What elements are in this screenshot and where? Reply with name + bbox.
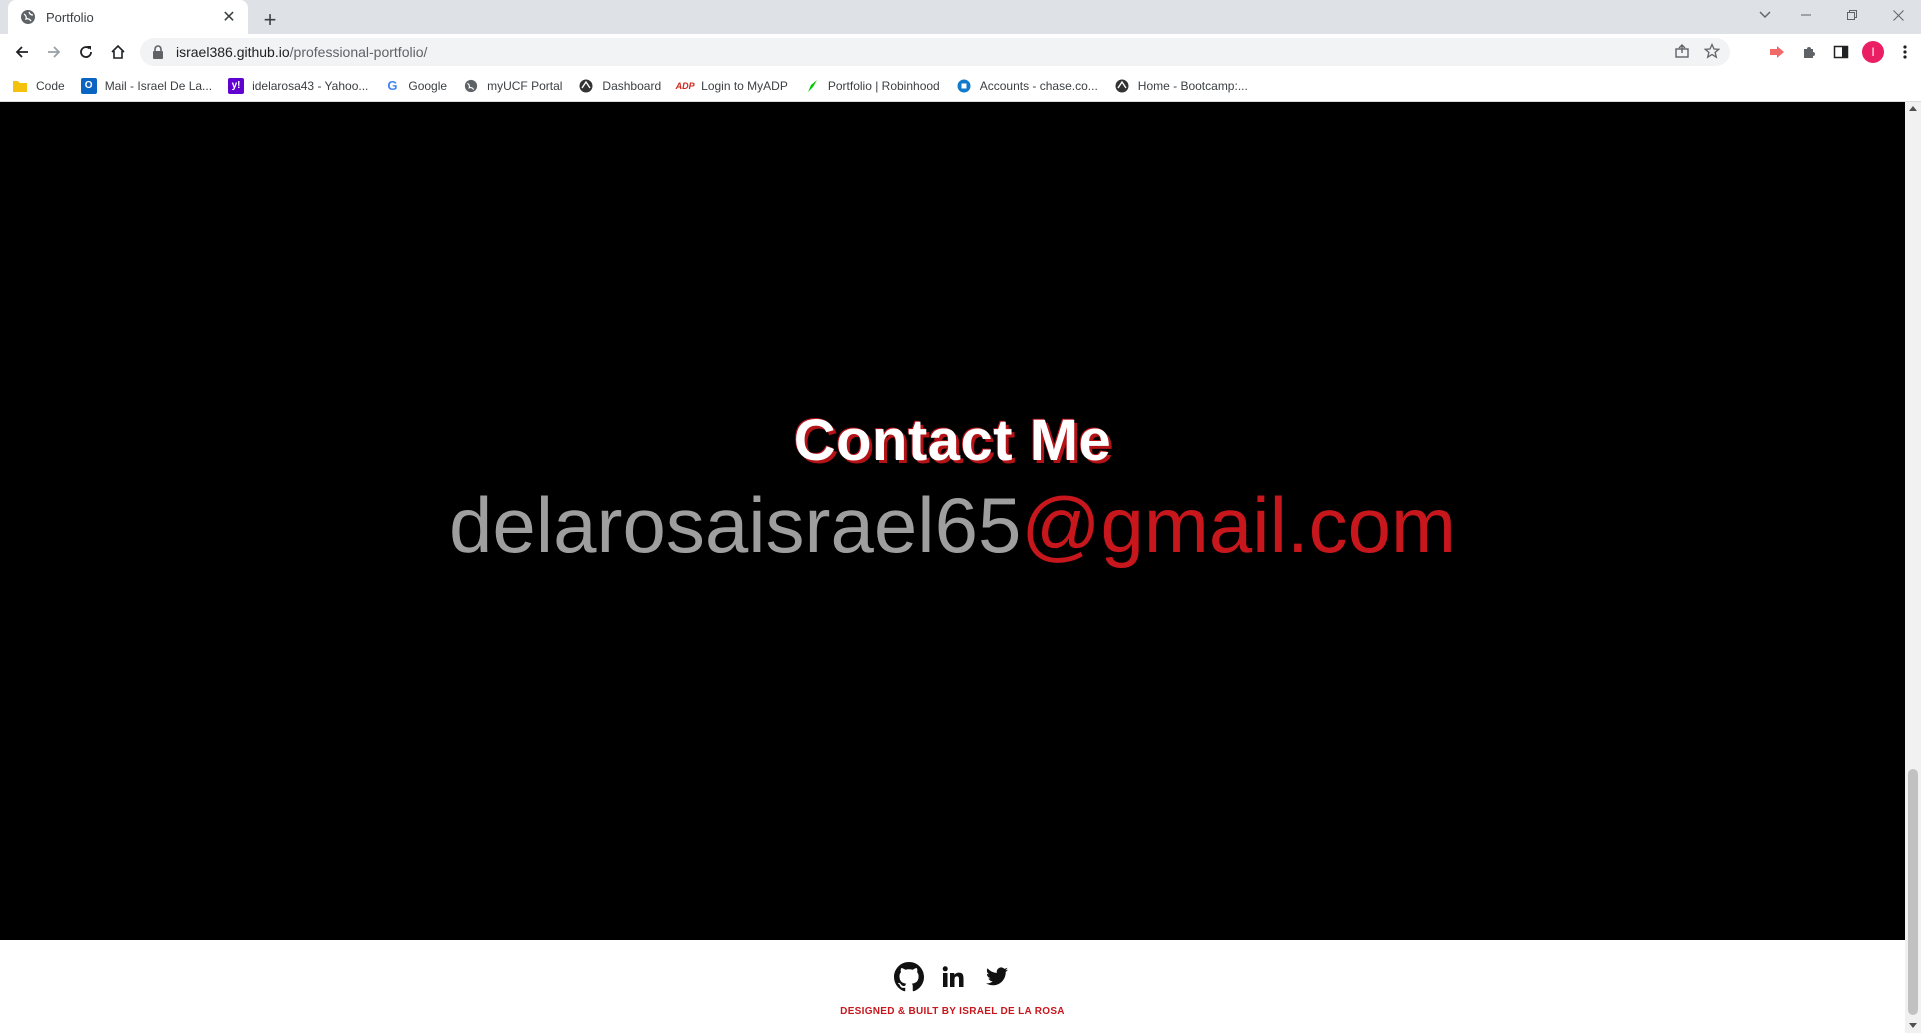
close-icon[interactable] [1875, 0, 1921, 30]
bookmark-google[interactable]: G Google [384, 78, 447, 94]
folder-icon [12, 78, 28, 94]
bookmark-star-icon[interactable] [1703, 42, 1721, 62]
contact-email-link[interactable]: delarosaisrael65@gmail.com [0, 480, 1905, 571]
bootcamp-icon [1114, 78, 1130, 94]
tab-close-icon[interactable]: ✕ [220, 8, 238, 26]
twitter-icon[interactable] [982, 962, 1012, 992]
bookmarks-bar: Code O Mail - Israel De La... y! idelaro… [0, 70, 1921, 102]
bookmark-label: Portfolio | Robinhood [827, 78, 940, 93]
restore-icon[interactable] [1829, 0, 1875, 30]
bookmark-bootcamp[interactable]: Home - Bootcamp:... [1114, 78, 1248, 94]
home-icon[interactable] [104, 38, 132, 66]
google-icon: G [387, 78, 398, 93]
chase-icon [956, 78, 972, 94]
chevron-down-icon[interactable] [1747, 0, 1783, 30]
browser-tab[interactable]: Portfolio ✕ [8, 0, 248, 34]
bookmark-label: idelarosa43 - Yahoo... [252, 78, 369, 93]
bookmark-myadp[interactable]: ADP Login to MyADP [675, 78, 788, 94]
bootcamp-icon [578, 78, 594, 94]
bookmark-label: Dashboard [602, 78, 662, 93]
bookmark-myucf[interactable]: myUCF Portal [463, 78, 562, 94]
bookmark-label: Login to MyADP [701, 78, 788, 93]
bookmark-label: Mail - Israel De La... [104, 78, 213, 93]
url-path: /professional-portfolio/ [289, 44, 428, 60]
globe-icon [20, 9, 36, 25]
adp-icon: ADP [675, 80, 695, 91]
scrollbar-thumb[interactable] [1908, 769, 1918, 1015]
page-scrollbar[interactable] [1905, 102, 1921, 1033]
address-bar[interactable]: israel386.github.io/professional-portfol… [140, 38, 1730, 66]
window-controls [1747, 0, 1921, 30]
email-domain: @gmail.com [1021, 481, 1456, 569]
minimize-icon[interactable] [1783, 0, 1829, 30]
browser-toolbar: israel386.github.io/professional-portfol… [0, 34, 1921, 70]
yahoo-icon: y! [228, 77, 245, 94]
tab-title: Portfolio [46, 9, 94, 25]
bookmark-mail[interactable]: O Mail - Israel De La... [80, 77, 213, 94]
scroll-down-arrow-icon[interactable] [1909, 1023, 1917, 1028]
email-user: delarosaisrael65 [449, 481, 1022, 569]
url-host: israel386.github.io [176, 44, 290, 60]
back-arrow-icon[interactable] [8, 38, 36, 66]
robinhood-icon [804, 78, 820, 94]
github-icon[interactable] [893, 962, 924, 992]
lock-icon[interactable] [152, 45, 166, 59]
linkedin-icon[interactable] [938, 962, 968, 992]
outlook-icon: O [80, 77, 97, 94]
bookmark-label: Accounts - chase.co... [979, 78, 1098, 93]
footer-credit: DESIGNED & BUILT BY ISRAEL DE LA ROSA [840, 1006, 1065, 1017]
footer: DESIGNED & BUILT BY ISRAEL DE LA ROSA [0, 940, 1905, 1033]
extensions-puzzle-icon[interactable] [1793, 38, 1825, 66]
contact-section: Contact Me delarosaisrael65@gmail.com [0, 102, 1905, 940]
toolbar-right: I [1761, 38, 1921, 66]
bookmark-chase[interactable]: Accounts - chase.co... [956, 78, 1098, 94]
scroll-up-arrow-icon[interactable] [1909, 106, 1917, 111]
bookmark-robinhood[interactable]: Portfolio | Robinhood [804, 78, 940, 94]
side-panel-icon[interactable] [1825, 38, 1857, 66]
bookmark-label: Google [408, 78, 448, 93]
bookmark-label: Code [36, 78, 65, 93]
page-viewport: Contact Me delarosaisrael65@gmail.com DE… [0, 102, 1905, 1033]
profile-avatar[interactable]: I [1857, 38, 1889, 66]
contact-title: Contact Me [793, 408, 1112, 473]
new-tab-button[interactable]: + [256, 6, 284, 34]
omnibox-actions [1674, 38, 1721, 66]
extension-arrow-icon[interactable] [1761, 38, 1793, 66]
bookmark-label: myUCF Portal [487, 78, 563, 93]
bookmark-dashboard[interactable]: Dashboard [578, 78, 661, 94]
globe-icon [463, 78, 479, 94]
tab-strip: Portfolio ✕ + [0, 0, 1921, 34]
reload-icon[interactable] [72, 38, 100, 66]
bookmark-yahoo[interactable]: y! idelarosa43 - Yahoo... [228, 77, 369, 94]
share-icon[interactable] [1674, 43, 1690, 62]
bookmark-code[interactable]: Code [12, 78, 65, 94]
social-links [0, 962, 1905, 992]
avatar: I [1862, 41, 1884, 63]
bookmark-label: Home - Bootcamp:... [1137, 78, 1248, 93]
forward-arrow-icon[interactable] [40, 38, 68, 66]
kebab-menu-icon[interactable] [1889, 38, 1921, 66]
